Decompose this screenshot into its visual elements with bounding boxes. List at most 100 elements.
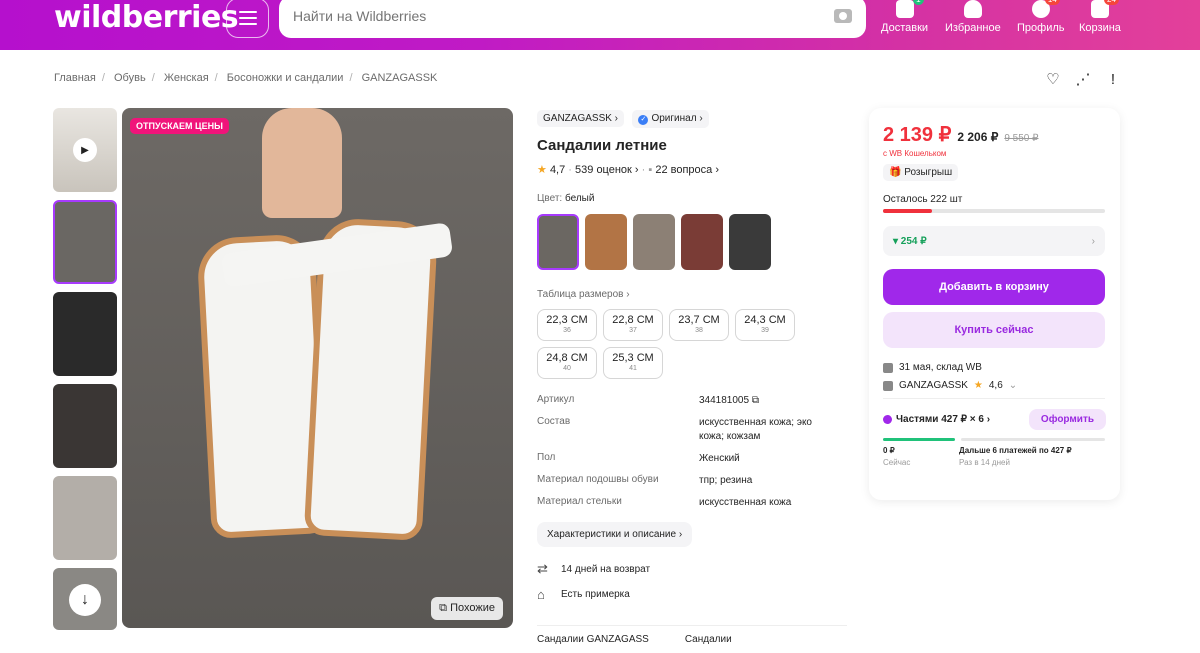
buy-now-button[interactable]: Купить сейчас	[883, 312, 1105, 348]
raffle-chip[interactable]: 🎁 Розыгрыш	[883, 164, 959, 181]
thumbnail[interactable]	[53, 292, 117, 376]
star-icon: ★	[973, 380, 983, 391]
stock-text: Осталось 222 шт	[883, 194, 963, 205]
installments-row: Частями 427 ₽ × 6 › Оформить	[883, 409, 1106, 430]
breadcrumb-item[interactable]: Босоножки и сандалии	[227, 72, 344, 84]
questions-link[interactable]: 22 вопроса	[655, 164, 712, 176]
nav-profile[interactable]: 14 Профиль	[1017, 0, 1065, 34]
size-option[interactable]: 24,8 СМ 40	[537, 347, 597, 379]
breadcrumb-item[interactable]: Женская	[164, 72, 209, 84]
thumbnail[interactable]	[53, 200, 117, 284]
main-product-image[interactable]: ОТПУСКАЕМ ЦЕНЫ ⧉ Похожие	[122, 108, 513, 628]
thumbnail[interactable]	[53, 384, 117, 468]
hand-image	[262, 108, 342, 218]
logo[interactable]: wildberries	[54, 0, 239, 35]
thumbnail[interactable]: ↓	[53, 568, 117, 630]
related-tab[interactable]: Сандалии	[685, 634, 732, 645]
question-icon: ▪	[648, 164, 653, 176]
search-box	[279, 0, 866, 38]
specs-table: Артикул 344181005 ⧉ Состав искусственная к…	[537, 394, 857, 510]
product-title: Сандалии летние	[537, 137, 667, 154]
nav-deliveries[interactable]: 1 Доставки	[881, 0, 928, 34]
color-swatch[interactable]	[585, 214, 627, 270]
size-option[interactable]: 22,3 СМ 36	[537, 309, 597, 341]
thumbnail-list: ▶ ↓	[53, 108, 117, 638]
nav-deliveries-label: Доставки	[881, 22, 929, 34]
nav-favorites[interactable]: Избранное	[945, 0, 1001, 34]
original-chip[interactable]: ✓ Оригинал ›	[632, 110, 709, 128]
chevron-right-icon: ›	[1091, 235, 1095, 247]
add-to-cart-button[interactable]: Добавить в корзину	[883, 269, 1105, 305]
star-icon: ★	[537, 164, 547, 176]
similar-button[interactable]: ⧉ Похожие	[431, 597, 503, 620]
menu-bar-icon	[238, 17, 257, 19]
size-options: 22,3 СМ 36 22,8 СМ 37 23,7 СМ 38 24,3 СМ 39 …	[537, 309, 807, 379]
camera-icon[interactable]	[834, 9, 852, 23]
share-icon[interactable]: ⋰	[1074, 70, 1092, 88]
price-wallet: 2 139 ₽	[883, 124, 952, 146]
thumbnail-video[interactable]: ▶	[53, 108, 117, 192]
reviews-link[interactable]: 539 оценок	[575, 164, 632, 176]
size-option[interactable]: 23,7 СМ 38	[669, 309, 729, 341]
related-tab[interactable]: Сандалии GANZAGASS	[537, 634, 649, 645]
menu-button[interactable]	[226, 0, 269, 38]
product-info: GANZAGASSK › ✓ Оригинал › Сандалии летние…	[537, 108, 857, 602]
play-icon: ▶	[73, 138, 97, 162]
nav-favorites-label: Избранное	[945, 22, 1001, 34]
checkout-button[interactable]: Оформить	[1028, 409, 1106, 430]
thumbnail[interactable]	[53, 476, 117, 560]
color-swatches	[537, 214, 857, 270]
deliveries-badge: 1	[913, 0, 924, 5]
size-option[interactable]: 24,3 СМ 39	[735, 309, 795, 341]
menu-bar-icon	[238, 11, 257, 13]
cart-badge: 24	[1104, 0, 1119, 5]
return-icon: ⇄	[537, 561, 548, 576]
profile-badge: 14	[1044, 0, 1060, 5]
spec-row: Артикул 344181005 ⧉	[537, 394, 759, 406]
breadcrumb-item[interactable]: Главная	[54, 72, 96, 84]
menu-bar-icon	[238, 23, 257, 25]
breadcrumb-item[interactable]: Обувь	[114, 72, 146, 84]
wallet-note: с WB Кошельком	[883, 149, 947, 158]
brand-chip[interactable]: GANZAGASSK ›	[537, 110, 625, 127]
color-swatch[interactable]	[729, 214, 771, 270]
seller-row[interactable]: GANZAGASSK ★ 4,6 ⌄	[883, 380, 1106, 391]
cashback-row[interactable]: ▾ 254 ₽ ›	[883, 226, 1105, 256]
size-table-link[interactable]: Таблица размеров ›	[537, 289, 857, 300]
search-input[interactable]	[293, 8, 793, 24]
color-swatch[interactable]	[681, 214, 723, 270]
delivery-info: 31 мая, склад WB GANZAGASSK ★ 4,6 ⌄	[883, 362, 1106, 391]
description-button[interactable]: Характеристики и описание ›	[537, 522, 693, 547]
color-value: белый	[564, 193, 595, 204]
nav-cart-label: Корзина	[1079, 22, 1121, 34]
size-option[interactable]: 25,3 СМ 41	[603, 347, 663, 379]
installment-bar-now	[883, 438, 955, 441]
stock-bar	[883, 209, 1105, 213]
nav-profile-label: Профиль	[1017, 22, 1065, 34]
color-swatch[interactable]	[633, 214, 675, 270]
rating-value: 4,7	[549, 164, 566, 176]
installment-details: 0 ₽ Сейчас Дальше 6 платежей по 427 ₽ Раз …	[883, 446, 1072, 467]
breadcrumb-item[interactable]: GANZAGASSK	[362, 72, 438, 84]
arrow-down-icon[interactable]: ↓	[69, 584, 101, 616]
installment-bar-later	[961, 438, 1105, 441]
report-icon[interactable]: !	[1104, 70, 1122, 88]
return-info: ⇄ 14 дней на возврат	[537, 561, 651, 576]
favorite-icon[interactable]: ♡	[1044, 70, 1062, 88]
pie-icon	[883, 414, 892, 424]
heart-icon	[963, 0, 982, 18]
rating-row: ★ 4,7 · 539 оценок › · ▪ 22 вопроса ›	[537, 164, 720, 176]
nav-cart[interactable]: 24 Корзина	[1079, 0, 1121, 34]
copy-icon[interactable]: ⧉	[752, 395, 759, 406]
price-row: 2 139 ₽ 2 206 ₽ 9 550 ₽	[883, 122, 1106, 147]
related-tabs: Сандалии GANZAGASS Сандалии	[537, 625, 847, 645]
promo-badge: ОТПУСКАЕМ ЦЕНЫ	[130, 118, 229, 134]
size-option[interactable]: 22,8 СМ 37	[603, 309, 663, 341]
check-icon: ✓	[638, 115, 649, 125]
spec-row: Состав искусственная кожа; эко кожа; кожз…	[537, 416, 812, 442]
price-regular: 2 206 ₽	[957, 130, 999, 144]
box-icon: 1	[895, 0, 924, 18]
shop-icon	[883, 380, 893, 391]
top-header: wildberries 1 Доставки Избранное 14 Проф…	[0, 0, 1200, 50]
color-swatch[interactable]	[537, 214, 579, 270]
